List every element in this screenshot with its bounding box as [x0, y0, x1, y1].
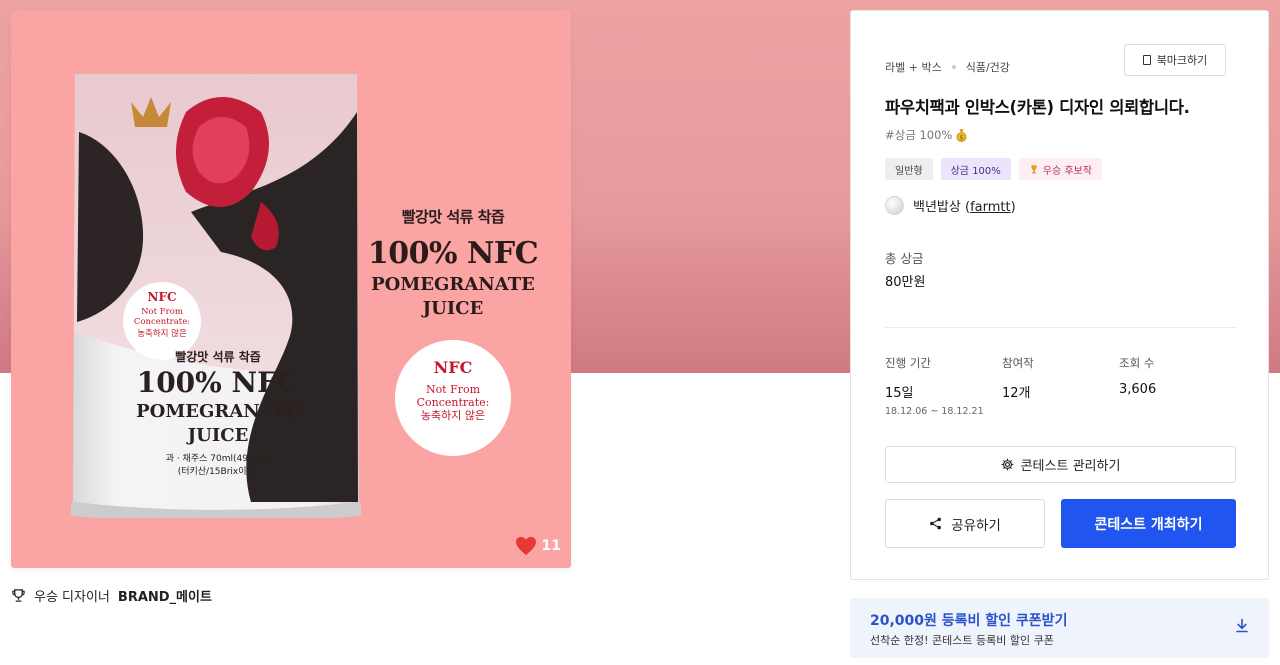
- like-count: 11: [541, 538, 561, 554]
- stat-period-label: 진행 기간: [885, 356, 931, 370]
- nfc-circle-line2: Concentrate:: [416, 396, 490, 409]
- nfc-circle-title: NFC: [433, 358, 473, 377]
- stat-views-label: 조회 수: [1119, 356, 1155, 370]
- host-contest-button[interactable]: 콘테스트 개최하기: [1061, 499, 1236, 548]
- avatar[interactable]: [885, 196, 904, 215]
- pouch-nfc-line1: Not From: [141, 307, 183, 317]
- stat-views: 조회 수 3,606: [1119, 352, 1236, 417]
- stat-views-value: 3,606: [1119, 382, 1157, 397]
- pouch-nfc-line2: Concentrate:: [133, 317, 191, 327]
- bookmark-button[interactable]: 북마크하기: [1124, 44, 1226, 76]
- share-icon: [930, 517, 942, 530]
- contest-info-panel: 라벨 + 박스 식품/건강 북마크하기 파우치팩과 인박스(카톤) 디자인 의뢰…: [850, 10, 1269, 580]
- contest-stats: 진행 기간 15일 18.12.06 ~ 18.12.21 참여작 12개 조회…: [885, 352, 1236, 417]
- contest-title: 파우치팩과 인박스(카톤) 디자인 의뢰합니다.: [885, 98, 1190, 117]
- ad-line2: JUICE: [422, 298, 484, 319]
- nfc-circle-line1: Not From: [425, 383, 481, 396]
- svg-text:$: $: [960, 134, 964, 141]
- pouch-big: 100% NFC: [136, 366, 300, 399]
- stat-period-value: 15일: [885, 386, 914, 401]
- ad-copy: 빨강맛 석류 착즙 100% NFC POMEGRANATE JUICE: [363, 206, 543, 321]
- share-label: 공유하기: [951, 517, 1001, 534]
- winner-designer: 우승 디자이너 BRAND_메이트: [11, 586, 212, 605]
- winner-name[interactable]: BRAND_메이트: [118, 586, 212, 605]
- stat-entries: 참여작 12개: [1002, 352, 1119, 417]
- prize-value: 80만원: [885, 275, 926, 290]
- badge-type: 일반형: [885, 158, 933, 180]
- badge-list: 일반형 상금 100% 우승 후보작: [885, 158, 1102, 180]
- money-bag-icon: $: [956, 129, 967, 142]
- coupon-title: 20,000원 등록비 할인 쿠폰받기: [870, 613, 1068, 629]
- stat-entries-label: 참여작: [1002, 356, 1034, 370]
- coupon-subtitle: 선착순 한정! 콘테스트 등록비 할인 쿠폰: [870, 634, 1054, 647]
- divider: [885, 327, 1236, 328]
- hashtag: #상금 100% $: [885, 127, 967, 143]
- hashtag-text: #상금 100%: [885, 128, 953, 142]
- host-handle-link[interactable]: farmtt: [970, 200, 1011, 215]
- manage-contest-label: 콘테스트 관리하기: [1020, 459, 1121, 474]
- coupon-banner[interactable]: 20,000원 등록비 할인 쿠폰받기 선착순 한정! 콘테스트 등록비 할인 …: [850, 598, 1269, 658]
- stat-period-range: 18.12.06 ~ 18.12.21: [885, 406, 984, 417]
- share-button[interactable]: 공유하기: [885, 499, 1045, 548]
- winner-prefix: 우승 디자이너: [34, 590, 110, 605]
- nfc-circle-kor: 농축하지 않은: [420, 409, 486, 422]
- heart-icon: [515, 536, 536, 556]
- host-info: 백년밥상 (farmtt): [885, 196, 1016, 215]
- badge-candidate: 우승 후보작: [1018, 158, 1102, 180]
- pouch-flavor: 빨강맛 석류 착즙: [175, 350, 261, 364]
- pouch-line2: JUICE: [187, 425, 249, 446]
- pouch-nfc-title: NFC: [147, 290, 177, 304]
- stat-period: 진행 기간 15일 18.12.06 ~ 18.12.21: [885, 352, 1002, 417]
- gear-icon: [1001, 458, 1013, 471]
- badge-candidate-label: 우승 후보작: [1042, 165, 1092, 177]
- bookmark-label: 북마크하기: [1156, 54, 1208, 67]
- nfc-circle: NFC Not From Concentrate: 농축하지 않은: [395, 340, 511, 456]
- host-name: 백년밥상: [913, 200, 961, 215]
- ad-flavor: 빨강맛 석류 착즙: [401, 208, 505, 226]
- pouch-spec2: (터키산/15Brix이상): [177, 467, 259, 477]
- breadcrumb-separator: [951, 65, 956, 69]
- trophy-icon: [1031, 165, 1037, 174]
- pouch-line1: POMEGRANATE: [136, 401, 300, 422]
- like-button[interactable]: 11: [515, 536, 561, 556]
- ad-line1: POMEGRANATE: [371, 274, 535, 295]
- download-icon[interactable]: [1235, 618, 1249, 634]
- bookmark-icon: [1142, 55, 1151, 65]
- pouch-spec1: 과 · 채주스 70ml(49Kcal): [165, 454, 271, 464]
- manage-contest-button[interactable]: 콘테스트 관리하기: [885, 446, 1236, 483]
- breadcrumb: 라벨 + 박스 식품/건강: [885, 59, 1010, 75]
- badge-prize: 상금 100%: [940, 158, 1011, 180]
- prize-label: 총 상금: [885, 251, 924, 266]
- breadcrumb-category[interactable]: 라벨 + 박스: [885, 59, 942, 75]
- ad-big: 100% NFC: [367, 236, 539, 271]
- trophy-icon: [12, 589, 25, 602]
- pouch-nfc-kor: 농축하지 않은: [137, 329, 187, 339]
- breadcrumb-subcategory[interactable]: 식품/건강: [966, 59, 1010, 75]
- entry-image[interactable]: NFC Not From Concentrate: 농축하지 않은 빨강맛 석류…: [11, 10, 571, 568]
- pouch-label: 빨강맛 석류 착즙 100% NFC POMEGRANATE JUICE 과 ·…: [103, 348, 333, 477]
- stat-entries-value: 12개: [1002, 386, 1031, 401]
